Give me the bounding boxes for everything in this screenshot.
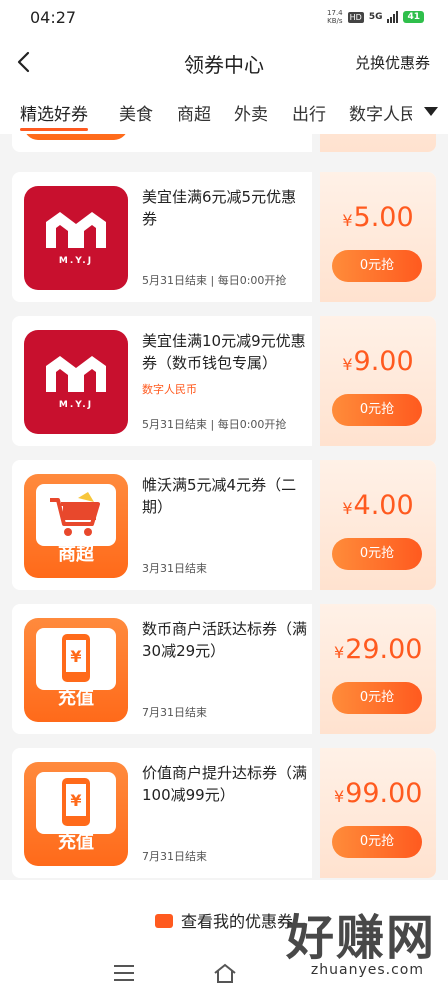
recharge-logo: ¥ 充值 (24, 618, 128, 722)
wallet-icon (154, 913, 173, 928)
status-time: 04:27 (30, 8, 77, 27)
phone-yuan-icon: ¥ (62, 634, 90, 682)
grab-button[interactable]: 0元抢 (332, 682, 422, 714)
signal-icon (387, 11, 399, 23)
svg-text:¥: ¥ (70, 791, 81, 810)
coupon-logo (24, 134, 128, 140)
supermarket-logo: 商超 (24, 474, 128, 578)
category-tabs: 精选好券 美食 商超 外卖 出行 数字人民币 (0, 88, 448, 134)
tab-food[interactable]: 美食 (119, 100, 153, 125)
tab-supermarket[interactable]: 商超 (177, 100, 211, 125)
coupon-title: 价值商户提升达标券（满100减99元） (142, 764, 308, 804)
coupon-date: 5月31日结束 | 每日0:00开抢 (142, 274, 287, 287)
coupon-card[interactable]: M.Y.J 美宜佳满6元减5元优惠券 5月31日结束 | 每日0:00开抢 ¥5… (12, 172, 436, 302)
active-tab-indicator (20, 128, 88, 131)
header: 领券中心 兑换优惠券 (0, 36, 448, 88)
coupon-date: 7月31日结束 (142, 850, 207, 863)
net-speed: 17.4 KB/s (327, 9, 343, 25)
svg-text:¥: ¥ (70, 647, 81, 666)
watermark-url: zhuanyes.com (310, 962, 424, 978)
grab-button[interactable]: 0元抢 (332, 394, 422, 426)
phone-yuan-icon: ¥ (62, 778, 90, 826)
coupon-title: 帷沃满5元减4元券（二期） (142, 476, 297, 516)
shopping-cart-icon (50, 492, 100, 536)
back-arrow-icon[interactable] (16, 51, 30, 73)
tab-takeout[interactable]: 外卖 (234, 100, 268, 125)
coupon-list[interactable]: M.Y.J 美宜佳满6元减5元优惠券 5月31日结束 | 每日0:00开抢 ¥5… (0, 134, 448, 880)
coupon-price-panel (320, 460, 436, 590)
grab-button[interactable]: 0元抢 (332, 826, 422, 858)
grab-button[interactable]: 0元抢 (332, 538, 422, 570)
coupon-title: 数币商户活跃达标券（满30减29元） (142, 620, 308, 660)
coupon-price: ¥9.00 (342, 346, 414, 377)
coupon-price: ¥4.00 (342, 490, 414, 521)
exchange-coupon-link[interactable]: 兑换优惠券 (355, 52, 430, 73)
home-icon[interactable] (212, 962, 238, 984)
coupon-card[interactable]: ¥ 充值 价值商户提升达标券（满100减99元） 7月31日结束 ¥99.00 … (12, 748, 436, 878)
coupon-card[interactable]: 商超 帷沃满5元减4元券（二期） 3月31日结束 ¥4.00 0元抢 (12, 460, 436, 590)
status-icons: 17.4 KB/s HD 5G 41 (327, 9, 424, 25)
coupon-tag: 数字人民币 (142, 383, 197, 396)
myj-house-icon (46, 356, 106, 392)
menu-icon[interactable] (114, 965, 134, 986)
coupon-price-panel (320, 316, 436, 446)
tab-travel[interactable]: 出行 (292, 100, 326, 125)
coupon-price-panel (320, 604, 436, 734)
status-bar: 04:27 17.4 KB/s HD 5G 41 (0, 0, 448, 36)
battery-icon: 41 (403, 11, 424, 23)
coupon-title: 美宜佳满10元减9元优惠券（数币钱包专属） (142, 332, 306, 372)
network-type: 5G (368, 12, 383, 22)
coupon-card[interactable]: M.Y.J 美宜佳满10元减9元优惠券（数币钱包专属） 数字人民币 5月31日结… (12, 316, 436, 446)
grab-button[interactable]: 0元抢 (332, 250, 422, 282)
coupon-card-partial (12, 134, 436, 152)
coupon-price: ¥29.00 (334, 634, 423, 665)
coupon-price: ¥5.00 (342, 202, 414, 233)
coupon-title: 美宜佳满6元减5元优惠券 (142, 188, 297, 228)
dropdown-triangle-icon (424, 107, 438, 116)
coupon-price-panel (320, 748, 436, 878)
tab-featured[interactable]: 精选好券 (20, 100, 88, 125)
myj-house-icon (46, 212, 106, 248)
recharge-logo: ¥ 充值 (24, 762, 128, 866)
coupon-date: 7月31日结束 (142, 706, 207, 719)
hd-icon: HD (347, 11, 364, 23)
bottom-bar: 查看我的优惠券 好赚网 zhuanyes.com (0, 880, 448, 1000)
coupon-date: 5月31日结束 | 每日0:00开抢 (142, 418, 287, 431)
coupon-date: 3月31日结束 (142, 562, 207, 575)
coupon-card[interactable]: ¥ 充值 数币商户活跃达标券（满30减29元） 7月31日结束 ¥29.00 0… (12, 604, 436, 734)
myj-logo: M.Y.J (24, 186, 128, 290)
coupon-price: ¥99.00 (334, 778, 423, 809)
myj-logo: M.Y.J (24, 330, 128, 434)
tabs-dropdown-button[interactable] (412, 88, 448, 134)
watermark-logo: 好赚网 (285, 910, 436, 966)
coupon-price-panel (320, 172, 436, 302)
